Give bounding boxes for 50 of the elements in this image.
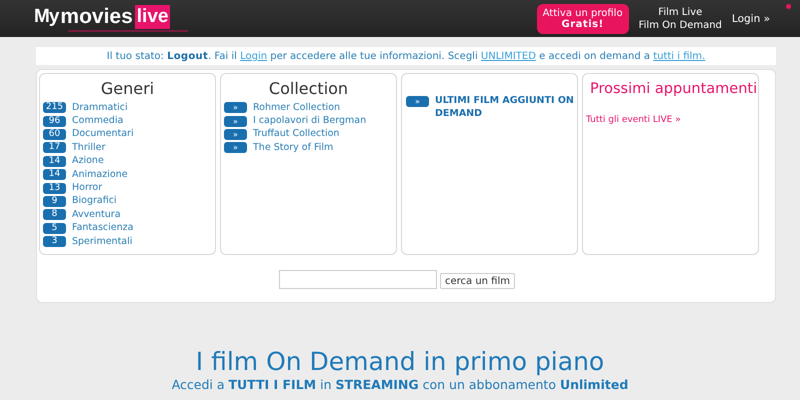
count-badge: 14 [43, 169, 66, 180]
status-text: Il tuo stato: Logout. Fai il Login per accedere alle tue informazioni. Scegli UNLIMITED e accedi on demand a tutti i film. [106, 50, 706, 62]
events-link[interactable]: Tutti gli eventi LIVE » [586, 115, 755, 125]
nav-link[interactable]: Film Live [658, 6, 702, 18]
genre-link[interactable]: Avventura [72, 208, 121, 221]
login-link[interactable]: Login » [732, 12, 770, 24]
activate-profile-button[interactable]: Attiva un profilo Gratis! [536, 4, 629, 34]
search-field[interactable] [278, 270, 437, 289]
genre-link[interactable]: Thriller [72, 142, 106, 154]
nav-link[interactable]: Film On Demand [638, 18, 722, 32]
arrow-badge: » [406, 96, 429, 107]
count-badge: 5 [43, 222, 66, 234]
featured-title: I film On Demand in primo piano [194, 347, 606, 377]
genre-link[interactable]: Biografici [72, 195, 117, 208]
genre-link[interactable]: Drammatici [72, 102, 128, 114]
collection-link[interactable]: Truffaut Collection [253, 128, 340, 140]
status-link[interactable]: Login [240, 50, 268, 62]
count-badge: 3 [43, 236, 66, 248]
genre-link[interactable]: Documentari [72, 128, 134, 140]
notification-dot [786, 4, 791, 9]
featured-subtitle: Accedi a TUTTI I FILM in STREAMING con un abbonamento Unlimited [170, 377, 630, 392]
logo[interactable]: Mymovies live [34, 5, 188, 32]
genre-link[interactable]: Fantascienza [72, 222, 134, 234]
card-title: Collection [268, 79, 350, 99]
card-title: Generi [100, 79, 156, 99]
count-badge: 17 [43, 142, 66, 154]
arrow-badge: » [224, 102, 247, 114]
genre-link[interactable]: Azione [72, 155, 104, 168]
arrow-badge: » [224, 142, 247, 154]
arrow-badge: » [224, 116, 247, 127]
search-button[interactable]: cerca un film [440, 273, 516, 289]
count-badge: 60 [43, 128, 66, 140]
count-badge: 96 [43, 116, 66, 127]
genre-link[interactable]: Commedia [72, 115, 124, 128]
status-link[interactable]: UNLIMITED [480, 50, 536, 62]
arrow-badge: » [224, 128, 247, 140]
collection-link[interactable]: The Story of Film [253, 142, 334, 154]
collection-link[interactable]: I capolavori di Bergman [253, 115, 366, 128]
count-badge: 8 [43, 209, 66, 220]
status-link[interactable]: tutti i film. [653, 50, 706, 62]
card-title: Prossimi appuntamenti [589, 80, 755, 99]
latest-films-link[interactable]: ULTIMI FILM AGGIUNTI ON DEMAND [435, 94, 574, 120]
count-badge: 14 [43, 156, 66, 167]
genre-link[interactable]: Animazione [72, 168, 128, 181]
count-badge: 215 [43, 102, 66, 114]
count-badge: 9 [43, 196, 66, 207]
genre-link[interactable]: Sperimentali [72, 236, 132, 248]
count-badge: 13 [43, 182, 66, 194]
collection-link[interactable]: Rohmer Collection [253, 102, 340, 114]
genre-link[interactable]: Horror [72, 182, 102, 194]
